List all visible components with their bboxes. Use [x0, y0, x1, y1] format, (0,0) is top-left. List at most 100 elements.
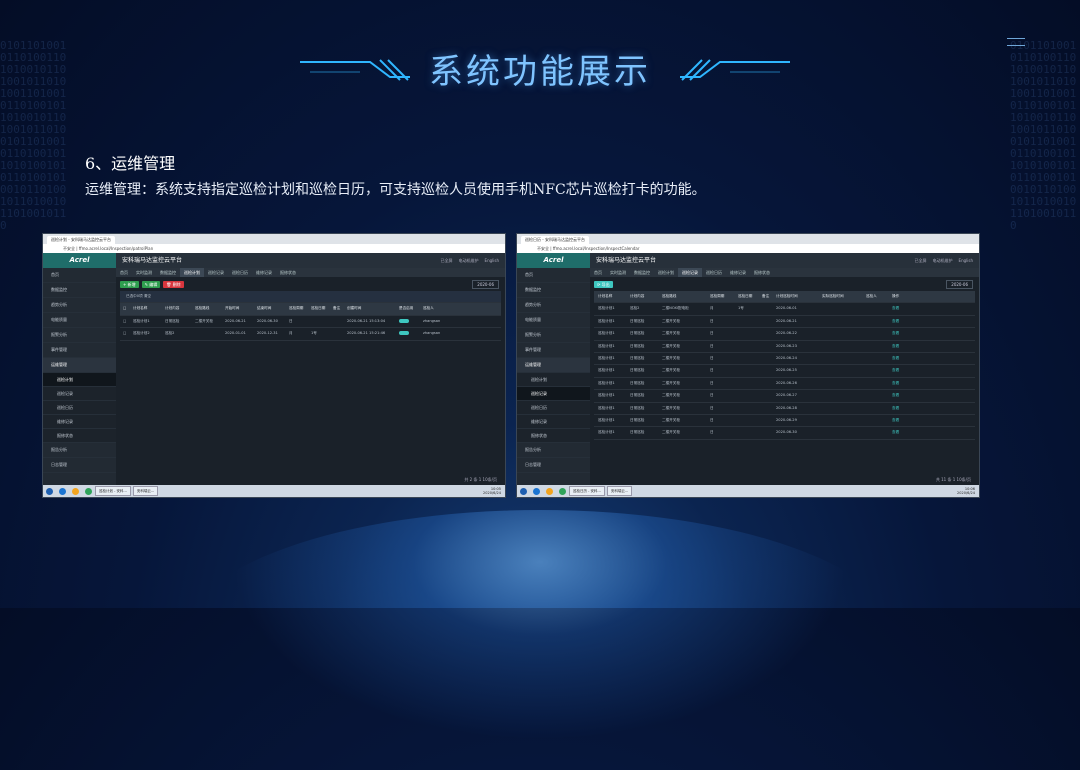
sidebar-item[interactable]: 报告分析: [517, 443, 590, 458]
page-tab[interactable]: 巡检计划: [654, 268, 678, 277]
sidebar-item[interactable]: 报告分析: [43, 443, 116, 458]
sidebar-subitem[interactable]: 维修记录: [517, 415, 590, 429]
start-icon[interactable]: [46, 487, 53, 495]
sidebar-subitem[interactable]: 巡检记录: [517, 387, 590, 401]
table-row[interactable]: 巡检计划1 日常巡检 二楼开关柜 日 2020-06-24 查看: [594, 353, 975, 366]
month-picker[interactable]: 2020-06: [946, 279, 973, 289]
sidebar-subitem[interactable]: 巡检日历: [517, 401, 590, 415]
page-tab[interactable]: 巡检日历: [702, 268, 726, 277]
sidebar-subitem[interactable]: 报修状态: [517, 429, 590, 443]
sidebar-item[interactable]: 首页: [517, 268, 590, 283]
table-row[interactable]: □ 巡检计划2 巡检2 2020-01-01 2020-12-31 月 1号 2020-06-…: [120, 328, 501, 341]
sidebar-item[interactable]: 事件管理: [517, 343, 590, 358]
view-link[interactable]: 查看: [892, 341, 914, 352]
sidebar-item[interactable]: 首页: [43, 268, 116, 283]
page-tab[interactable]: 巡检记录: [204, 268, 228, 277]
view-link[interactable]: 查看: [892, 365, 914, 376]
taskbar-app-icon[interactable]: [559, 487, 566, 495]
page-tab[interactable]: 首页: [116, 268, 132, 277]
sidebar-subitem[interactable]: 报修状态: [43, 429, 116, 443]
top-bar-link[interactable]: 已全屏: [441, 253, 453, 268]
sidebar-item[interactable]: 日志管理: [43, 458, 116, 473]
page-tab[interactable]: 报修状态: [276, 268, 300, 277]
sidebar-subitem[interactable]: 巡检计划: [517, 373, 590, 387]
taskbar-window[interactable]: 巡检日历 - 安科...: [569, 486, 605, 496]
table-row[interactable]: 巡检计划1 巡检2 二楼NOXI配电柜 月 1号 2020-06-01 查看: [594, 303, 975, 316]
view-link[interactable]: 查看: [892, 303, 914, 314]
table-row[interactable]: 巡检计划1 日常巡检 二楼开关柜 日 2020-06-25 查看: [594, 365, 975, 378]
page-tab[interactable]: 巡检记录: [678, 268, 702, 277]
checkbox[interactable]: □: [120, 328, 133, 339]
top-bar-link[interactable]: English: [485, 253, 499, 268]
table-row[interactable]: 巡检计划1 日常巡检 二楼开关柜 日 2020-06-30 查看: [594, 427, 975, 440]
sidebar-item[interactable]: 电能质量: [517, 313, 590, 328]
taskbar-window[interactable]: 安科瑞云...: [606, 486, 633, 496]
enable-toggle[interactable]: [399, 328, 423, 339]
toolbar-button[interactable]: ⟳ 导出: [594, 280, 613, 288]
enable-toggle[interactable]: [399, 316, 423, 327]
sidebar-subitem[interactable]: 巡检日历: [43, 401, 116, 415]
page-tab[interactable]: 数据监控: [156, 268, 180, 277]
view-link[interactable]: 查看: [892, 427, 914, 438]
browser-tab[interactable]: 巡检日历 - 安科瑞马达监控云平台: [521, 236, 589, 244]
table-row[interactable]: 巡检计划1 日常巡检 二楼开关柜 日 2020-06-27 查看: [594, 390, 975, 403]
sidebar-item[interactable]: 运维管理: [517, 358, 590, 373]
table-row[interactable]: 巡检计划1 日常巡检 二楼开关柜 日 2020-06-21 查看: [594, 316, 975, 329]
page-tab[interactable]: 数据监控: [630, 268, 654, 277]
checkbox[interactable]: □: [120, 316, 133, 327]
month-picker[interactable]: 2020-06: [472, 279, 499, 289]
view-link[interactable]: 查看: [892, 353, 914, 364]
table-row[interactable]: □ 巡检计划1 日常巡检 二楼开关柜 2020-06-21 2020-06-30 日 2020…: [120, 316, 501, 329]
sidebar-subitem[interactable]: 巡检记录: [43, 387, 116, 401]
sidebar-subitem[interactable]: 维修记录: [43, 415, 116, 429]
top-bar-link[interactable]: 电动机维护: [933, 253, 953, 268]
sidebar-item[interactable]: 报警分析: [517, 328, 590, 343]
start-icon[interactable]: [520, 487, 527, 495]
page-tab[interactable]: 首页: [590, 268, 606, 277]
view-link[interactable]: 查看: [892, 415, 914, 426]
top-bar-link[interactable]: 电动机维护: [459, 253, 479, 268]
sidebar-item[interactable]: 数据监控: [43, 283, 116, 298]
table-row[interactable]: 巡检计划1 日常巡检 二楼开关柜 日 2020-06-22 查看: [594, 328, 975, 341]
top-bar-link[interactable]: 已全屏: [915, 253, 927, 268]
toggle-switch[interactable]: [399, 331, 409, 336]
page-tab[interactable]: 维修记录: [252, 268, 276, 277]
taskbar-app-icon[interactable]: [72, 487, 79, 495]
sidebar-item[interactable]: 趋势分析: [43, 298, 116, 313]
page-tab[interactable]: 巡检日历: [228, 268, 252, 277]
toolbar-button[interactable]: ✎ 编辑: [141, 280, 161, 288]
toolbar-button[interactable]: 🗑 删除: [163, 280, 184, 288]
sidebar-item[interactable]: 事件管理: [43, 343, 116, 358]
taskbar-window[interactable]: 安科瑞云...: [132, 486, 159, 496]
taskbar-app-icon[interactable]: [533, 487, 540, 495]
sidebar-item[interactable]: 报警分析: [43, 328, 116, 343]
taskbar-app-icon[interactable]: [85, 487, 92, 495]
sidebar-item[interactable]: 电能质量: [43, 313, 116, 328]
sidebar-item[interactable]: 趋势分析: [517, 298, 590, 313]
top-bar-link[interactable]: English: [959, 253, 973, 268]
toggle-switch[interactable]: [399, 318, 409, 323]
page-tab[interactable]: 巡检计划: [180, 268, 204, 277]
pagination[interactable]: 共 11 条 1 10条/页: [936, 477, 971, 483]
view-link[interactable]: 查看: [892, 390, 914, 401]
page-tab[interactable]: 报修状态: [750, 268, 774, 277]
sidebar-item[interactable]: 运维管理: [43, 358, 116, 373]
view-link[interactable]: 查看: [892, 403, 914, 414]
browser-tab[interactable]: 巡检计划 - 安科瑞马达监控云平台: [47, 236, 115, 244]
sidebar-item[interactable]: 数据监控: [517, 283, 590, 298]
view-link[interactable]: 查看: [892, 328, 914, 339]
taskbar-app-icon[interactable]: [59, 487, 66, 495]
table-row[interactable]: 巡检计划1 日常巡检 二楼开关柜 日 2020-06-23 查看: [594, 341, 975, 353]
sidebar-subitem[interactable]: 巡检计划: [43, 373, 116, 387]
taskbar-app-icon[interactable]: [546, 487, 553, 495]
toolbar-button[interactable]: + 新增: [120, 280, 139, 288]
checkbox[interactable]: □: [120, 303, 133, 314]
view-link[interactable]: 查看: [892, 378, 914, 389]
view-link[interactable]: 查看: [892, 316, 914, 327]
table-row[interactable]: 巡检计划1 日常巡检 二楼开关柜 日 2020-06-26 查看: [594, 378, 975, 391]
page-tab[interactable]: 实时监测: [132, 268, 156, 277]
table-row[interactable]: 巡检计划1 日常巡检 二楼开关柜 日 2020-06-29 查看: [594, 415, 975, 428]
page-tab[interactable]: 维修记录: [726, 268, 750, 277]
table-row[interactable]: 巡检计划1 日常巡检 二楼开关柜 日 2020-06-28 查看: [594, 403, 975, 415]
pagination[interactable]: 共 2 条 1 10条/页: [464, 477, 497, 483]
